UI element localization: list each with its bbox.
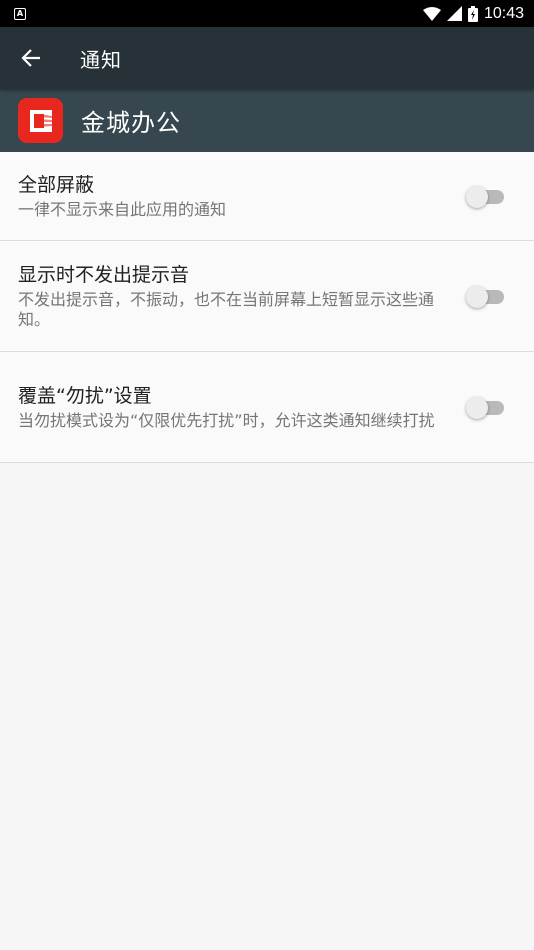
wifi-icon	[422, 6, 441, 21]
toggle-thumb	[466, 397, 488, 419]
setting-summary: 不发出提示音，不振动，也不在当前屏幕上短暂显示这些通知。	[18, 290, 435, 329]
setting-title: 显示时不发出提示音	[18, 264, 190, 286]
status-bar: A 10:43	[0, 0, 534, 27]
app-logo-icon	[29, 109, 52, 132]
back-arrow-icon	[21, 49, 40, 67]
override-dnd-toggle[interactable]	[466, 397, 504, 419]
back-button[interactable]	[0, 27, 62, 89]
app-name: 金城办公	[81, 109, 181, 137]
setting-title: 全部屏蔽	[18, 174, 95, 196]
app-bar: 通知	[0, 27, 534, 89]
battery-charging-icon	[467, 5, 478, 22]
setting-block-all[interactable]: 全部屏蔽 一律不显示来自此应用的通知	[0, 152, 534, 241]
setting-summary: 当勿扰模式设为“仅限优先打扰”时，允许这类通知继续打扰	[18, 411, 435, 430]
setting-silent[interactable]: 显示时不发出提示音 不发出提示音，不振动，也不在当前屏幕上短暂显示这些通知。	[0, 241, 534, 352]
setting-summary: 一律不显示来自此应用的通知	[18, 200, 227, 219]
page-title: 通知	[80, 47, 122, 72]
signal-icon	[446, 6, 462, 21]
setting-override-dnd[interactable]: 覆盖“勿扰”设置 当勿扰模式设为“仅限优先打扰”时，允许这类通知继续打扰	[0, 352, 534, 463]
setting-title: 覆盖“勿扰”设置	[18, 385, 152, 407]
settings-list: 全部屏蔽 一律不显示来自此应用的通知 显示时不发出提示音 不发出提示音，不振动，…	[0, 152, 534, 463]
silent-toggle[interactable]	[466, 286, 504, 308]
toggle-thumb	[466, 186, 488, 208]
a-notification-icon: A	[14, 7, 26, 20]
status-time: 10:43	[483, 4, 524, 22]
block-all-toggle[interactable]	[466, 186, 504, 208]
app-logo	[18, 98, 63, 143]
app-header: 金城办公	[0, 89, 534, 152]
toggle-thumb	[466, 286, 488, 308]
